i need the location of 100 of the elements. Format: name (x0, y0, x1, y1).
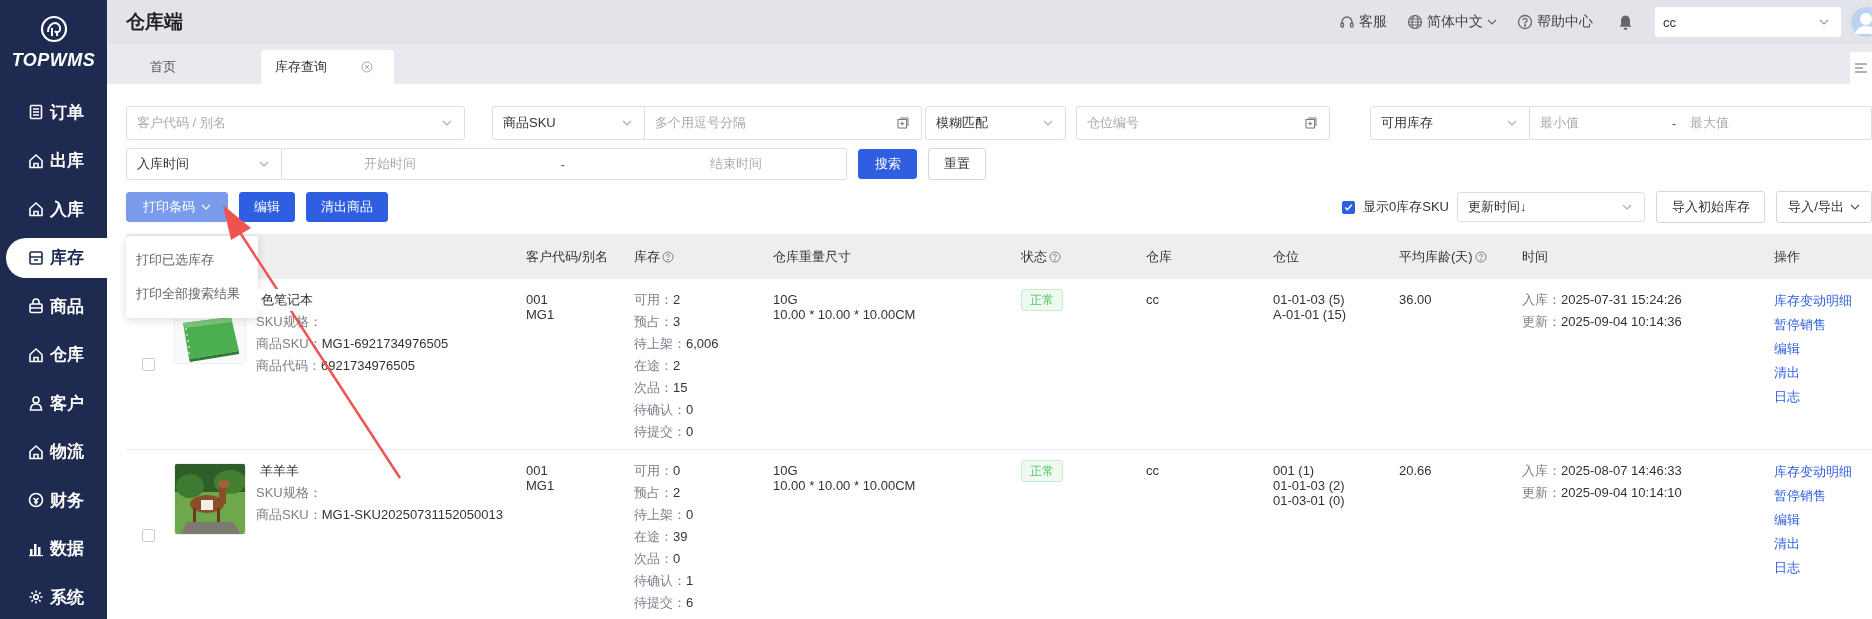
sidebar-item[interactable]: 财务 (6, 480, 107, 520)
product-field: SKU规格： (256, 482, 526, 504)
customer-code: 001 (526, 462, 549, 478)
chevron-down-icon (1043, 120, 1053, 126)
stock-field: 待上架：0 (634, 504, 773, 526)
action-link[interactable]: 编辑 (1774, 337, 1872, 361)
column-header: 操作 (1774, 247, 1800, 266)
tab[interactable]: 库存查询 (261, 50, 394, 84)
house-icon (28, 201, 44, 217)
date-type-select[interactable]: 入库时间 (126, 148, 282, 180)
time-field: 入库：2025-07-31 15:24:26 (1522, 289, 1774, 311)
action-link[interactable]: 库存变动明细 (1774, 289, 1872, 313)
row-checkbox[interactable] (141, 357, 155, 371)
match-mode-select[interactable]: 模糊匹配 (925, 106, 1066, 140)
location-text: 001 (1) (1273, 462, 1316, 478)
stock-field: 预占：3 (634, 311, 773, 333)
size-text: 10.00 * 10.00 * 10.00CM (773, 478, 917, 493)
size-text: 10G (773, 462, 799, 478)
action-link[interactable]: 暂停销售 (1774, 484, 1872, 508)
date-range-field[interactable]: 开始时间 - 结束时间 (282, 148, 847, 180)
toolbar-button[interactable]: 清出商品 (306, 192, 388, 222)
action-link[interactable]: 暂停销售 (1774, 313, 1872, 337)
chevron-down-icon (1622, 204, 1632, 210)
row-checkbox[interactable] (141, 528, 155, 542)
sidebar-item[interactable]: 数据 (6, 528, 107, 569)
house-icon (28, 443, 44, 460)
show-zero-checkbox[interactable]: 显示0库存SKU (1342, 198, 1449, 216)
account-select[interactable]: cc (1655, 7, 1841, 37)
sidebar-item[interactable]: 商品 (6, 286, 107, 326)
sidebar-item[interactable]: 出库 (6, 140, 107, 181)
reset-button[interactable]: 重置 (928, 148, 986, 180)
headset-icon (1339, 14, 1355, 30)
stock-range-field[interactable]: 最小值 - 最大值 (1530, 106, 1872, 140)
column-header: 客户代码/别名 (526, 247, 608, 266)
stock-field: 次品：15 (634, 377, 773, 399)
chevron-down-icon (201, 204, 211, 210)
action-link[interactable]: 日志 (1774, 556, 1872, 580)
column-header: 时间 (1522, 247, 1548, 266)
menu-item[interactable]: 打印全部搜索结果 (126, 277, 258, 311)
tab[interactable]: 首页 (126, 50, 261, 84)
house-icon (28, 346, 44, 363)
expand-square-icon[interactable] (1305, 117, 1317, 129)
location-text: 01-03-01 (0) (1273, 493, 1346, 508)
bell-icon[interactable] (1617, 13, 1634, 31)
coin-icon (28, 492, 44, 508)
stock-field: 可用：2 (634, 289, 773, 311)
help-center-link[interactable]: 帮助中心 (1517, 13, 1593, 31)
globe-icon (1407, 14, 1423, 30)
language-select[interactable]: 简体中文 (1407, 13, 1497, 31)
expand-square-icon[interactable] (897, 117, 909, 129)
sidebar-item[interactable]: 系统 (6, 577, 107, 617)
column-header: 仓库重量尺寸 (773, 247, 851, 266)
time-field: 更新：2025-09-04 10:14:36 (1522, 311, 1774, 333)
column-header: 平均库龄(天) (1399, 247, 1473, 266)
toolbar-button[interactable]: 编辑 (239, 192, 295, 222)
chevron-down-icon (1849, 204, 1860, 210)
sidebar-item[interactable]: 客户 (6, 383, 107, 423)
action-link[interactable]: 库存变动明细 (1774, 460, 1872, 484)
service-link[interactable]: 客服 (1339, 13, 1387, 31)
size-text: 10G (773, 291, 799, 307)
stock-age-text: 20.66 (1399, 462, 1433, 478)
stock-type-select[interactable]: 可用库存 (1370, 106, 1530, 140)
sidebar-item[interactable]: 库存 (6, 237, 107, 278)
stock-field: 在途：39 (634, 526, 773, 548)
sidebar-item[interactable]: 物流 (6, 431, 107, 472)
page-title: 仓库端 (126, 10, 183, 34)
import-stock-button[interactable]: 导入初始库存 (1656, 191, 1765, 223)
menu-item[interactable]: 打印已选库存 (126, 243, 258, 277)
tab-menu-button[interactable] (1850, 52, 1872, 84)
warehouse-text: cc (1146, 462, 1160, 478)
location-text: A-01-01 (15) (1273, 307, 1347, 322)
import-export-button[interactable]: 导入/导出 (1776, 191, 1872, 223)
sort-select[interactable]: 更新时间↓ (1457, 192, 1645, 222)
action-link[interactable]: 日志 (1774, 385, 1872, 409)
stock-field: 待确认：0 (634, 399, 773, 421)
box-icon (28, 249, 44, 266)
sku-type-select[interactable]: 商品SKU (492, 106, 645, 140)
status-tag: 正常 (1021, 289, 1063, 311)
sidebar-item[interactable]: 入库 (6, 189, 107, 229)
help-icon (1517, 14, 1533, 30)
warehouse-text: cc (1146, 291, 1160, 307)
column-header: 仓位 (1273, 247, 1299, 266)
chevron-down-icon (1487, 19, 1497, 25)
close-icon[interactable] (361, 61, 373, 73)
search-button[interactable]: 搜索 (858, 149, 917, 179)
action-link[interactable]: 清出 (1774, 532, 1872, 556)
status-tag: 正常 (1021, 460, 1063, 482)
avatar-icon[interactable] (1851, 7, 1872, 37)
action-link[interactable]: 编辑 (1774, 508, 1872, 532)
chevron-down-icon (1819, 19, 1829, 25)
sidebar-item[interactable]: 订单 (6, 92, 107, 132)
checkbox[interactable] (1342, 200, 1356, 214)
stock-field: 待确认：1 (634, 570, 773, 592)
chevron-down-icon (259, 161, 269, 167)
stock-field: 次品：0 (634, 548, 773, 570)
action-link[interactable]: 清出 (1774, 361, 1872, 385)
sidebar-item[interactable]: 仓库 (6, 334, 107, 375)
time-field: 入库：2025-08-07 14:46:33 (1522, 460, 1774, 482)
stock-field: 待上架：6,006 (634, 333, 773, 355)
product-field: 商品SKU：MG1-SKU20250731152050013 (256, 504, 526, 526)
